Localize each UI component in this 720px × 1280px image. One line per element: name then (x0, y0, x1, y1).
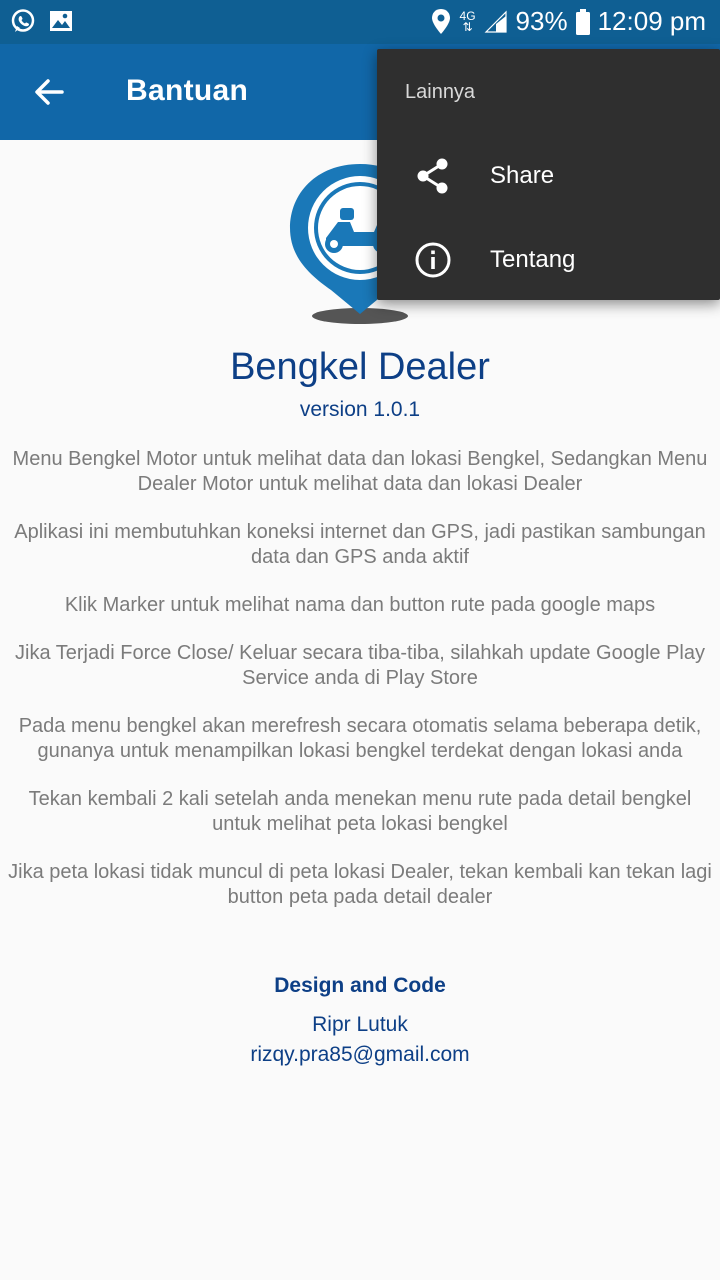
help-paragraph: Klik Marker untuk melihat nama dan butto… (64, 594, 656, 616)
location-icon (431, 8, 450, 34)
battery-icon (575, 8, 590, 35)
clock: 12:09 pm (597, 6, 706, 36)
arrow-back-icon[interactable] (24, 66, 76, 118)
app-name: Bengkel Dealer (230, 346, 490, 388)
menu-item-share[interactable]: Share (377, 134, 720, 218)
menu-item-tentang[interactable]: Tentang (377, 218, 720, 302)
help-text: Menu Bengkel Motor untuk melihat data da… (6, 447, 714, 933)
help-paragraph: Pada menu bengkel akan merefresh secara … (18, 715, 702, 762)
gallery-icon (50, 11, 72, 31)
network-type-label: 4G ⇅ (459, 8, 476, 34)
battery-percent: 93% (515, 6, 568, 36)
help-paragraph: Tekan kembali 2 kali setelah anda meneka… (28, 788, 692, 835)
share-icon (417, 158, 448, 194)
credits-heading: Design and Code (274, 974, 446, 997)
info-icon (415, 242, 451, 278)
help-paragraph: Jika peta lokasi tidak muncul di peta lo… (8, 861, 712, 908)
whatsapp-icon (11, 9, 35, 32)
status-bar: 4G ⇅ 93% 12:09 pm (0, 0, 720, 44)
author-name: Ripr Lutuk (312, 1013, 408, 1036)
help-paragraph: Jika Terjadi Force Close/ Keluar secara … (15, 642, 705, 689)
author-email: rizqy.pra85@gmail.com (250, 1043, 470, 1066)
menu-item-label: Tentang (490, 246, 576, 273)
menu-header: Lainnya (405, 81, 476, 103)
app-version: version 1.0.1 (299, 398, 421, 421)
help-paragraph: Menu Bengkel Motor untuk melihat data da… (12, 448, 708, 495)
menu-item-label: Share (490, 162, 555, 189)
help-paragraph: Aplikasi ini membutuhkan koneksi interne… (14, 521, 706, 568)
signal-icon (484, 10, 507, 33)
page-title: Bantuan (126, 74, 249, 107)
overflow-menu: Lainnya Share Tentang (377, 49, 720, 300)
